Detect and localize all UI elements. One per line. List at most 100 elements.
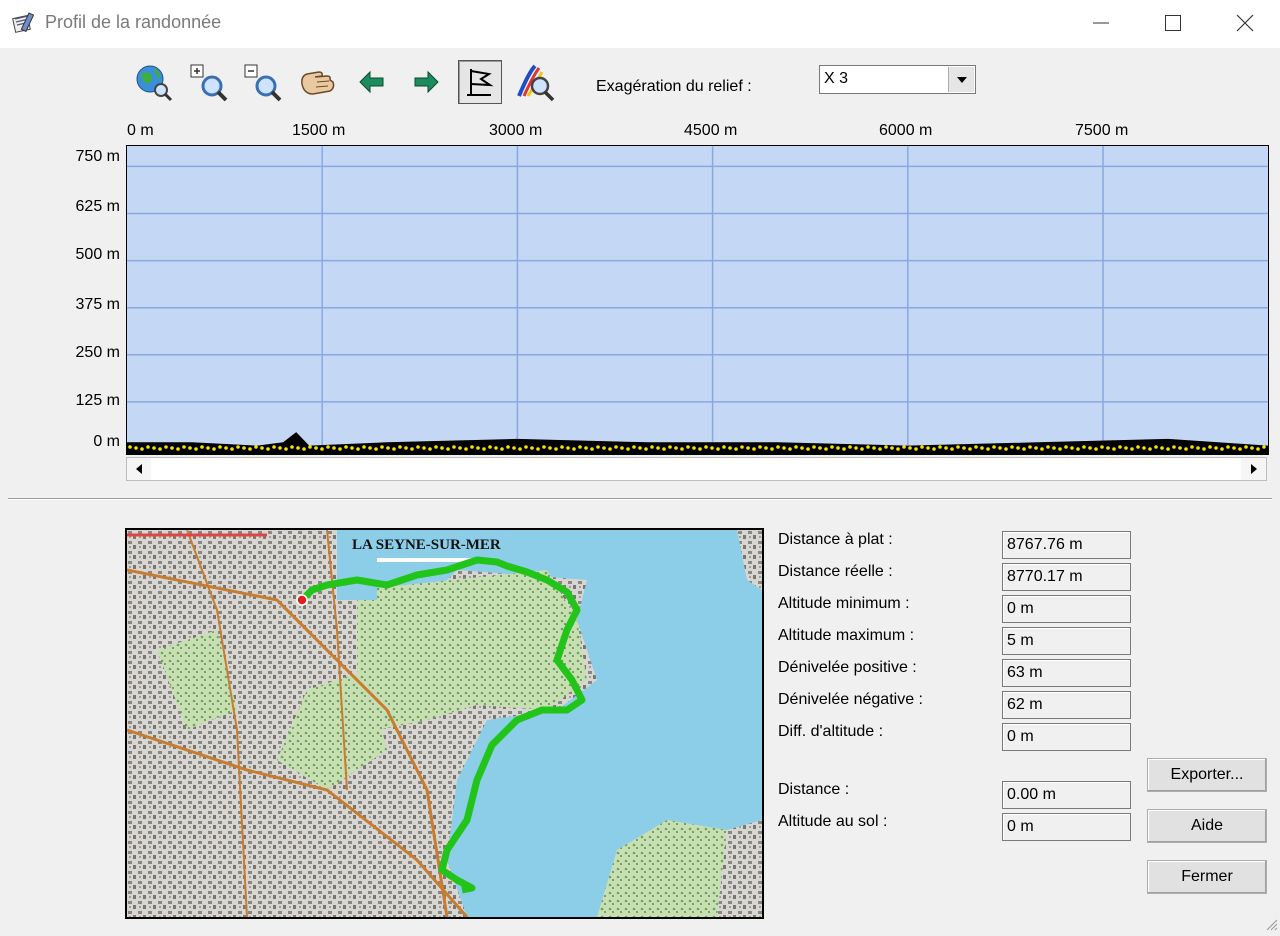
- help-button[interactable]: Aide: [1147, 809, 1267, 843]
- close-button[interactable]: Fermer: [1147, 860, 1267, 894]
- profile-point-marker: [698, 447, 702, 451]
- profile-point-marker: [1196, 446, 1200, 450]
- profile-point-marker: [1016, 446, 1020, 450]
- profile-point-marker: [710, 446, 714, 450]
- profile-point-marker: [578, 445, 582, 449]
- profile-point-marker: [242, 446, 246, 450]
- profile-point-marker: [236, 445, 240, 449]
- route-map[interactable]: LA SEYNE-SUR-MER: [125, 528, 764, 919]
- profile-point-marker: [350, 446, 354, 450]
- elevation-profile-svg[interactable]: [125, 144, 1270, 456]
- previous-button[interactable]: [350, 60, 394, 104]
- profile-point-marker: [692, 446, 696, 450]
- profile-point-marker: [644, 447, 648, 451]
- profile-point-marker: [986, 447, 990, 451]
- elevation-profile-chart[interactable]: [125, 144, 1270, 456]
- profile-point-marker: [1238, 447, 1242, 451]
- stat-label: Distance à plat :: [778, 531, 893, 548]
- profile-point-marker: [1262, 445, 1266, 449]
- profile-point-marker: [254, 445, 258, 449]
- stat-value: 63 m: [1007, 664, 1043, 681]
- chart-scrollbar[interactable]: [126, 457, 1267, 481]
- profile-point-marker: [866, 445, 870, 449]
- profile-point-marker: [860, 447, 864, 451]
- profile-point-marker: [422, 446, 426, 450]
- profile-point-marker: [182, 445, 186, 449]
- profile-point-marker: [272, 445, 276, 449]
- maximize-button[interactable]: [1138, 0, 1208, 46]
- profile-point-marker: [908, 446, 912, 450]
- profile-point-marker: [560, 445, 564, 449]
- x-tick-label: 0 m: [127, 122, 154, 139]
- profile-point-marker: [452, 445, 456, 449]
- profile-point-marker: [1070, 446, 1074, 450]
- profile-point-marker: [458, 446, 462, 450]
- profile-point-marker: [398, 445, 402, 449]
- profile-point-marker: [758, 445, 762, 449]
- profile-point-marker: [362, 445, 366, 449]
- profile-point-marker: [968, 447, 972, 451]
- profile-point-marker: [944, 446, 948, 450]
- profile-point-marker: [224, 446, 228, 450]
- relief-exaggeration-select[interactable]: X 3: [819, 65, 976, 94]
- profile-point-marker: [428, 447, 432, 451]
- profile-point-marker: [662, 447, 666, 451]
- dropdown-button[interactable]: [948, 67, 974, 92]
- profile-point-marker: [836, 446, 840, 450]
- y-tick-label: 625 m: [75, 198, 120, 215]
- scroll-left-button[interactable]: [127, 458, 151, 480]
- profile-point-marker: [128, 445, 132, 449]
- profile-point-marker: [962, 446, 966, 450]
- profile-point-marker: [1214, 446, 1218, 450]
- profile-point-marker: [290, 445, 294, 449]
- next-button[interactable]: [404, 60, 448, 104]
- profile-point-marker: [734, 447, 738, 451]
- profile-point-marker: [794, 445, 798, 449]
- profile-point-marker: [1250, 446, 1254, 450]
- scroll-right-button[interactable]: [1242, 458, 1266, 480]
- profile-point-marker: [1106, 446, 1110, 450]
- profile-point-marker: [176, 447, 180, 451]
- profile-point-marker: [464, 447, 468, 451]
- zoom-out-button[interactable]: [240, 60, 284, 104]
- profile-point-marker: [284, 447, 288, 451]
- resize-grip[interactable]: [1264, 917, 1278, 931]
- profile-point-marker: [530, 446, 534, 450]
- stat-value-field: 0 m: [1002, 813, 1131, 841]
- profile-point-marker: [746, 446, 750, 450]
- profile-point-marker: [434, 445, 438, 449]
- profile-point-marker: [146, 445, 150, 449]
- scroll-thumb[interactable]: [151, 458, 1241, 480]
- profile-point-marker: [170, 446, 174, 450]
- profile-point-marker: [188, 446, 192, 450]
- profile-point-marker: [1094, 447, 1098, 451]
- profile-point-marker: [536, 447, 540, 451]
- minimize-button[interactable]: [1066, 0, 1136, 46]
- profile-zoom-button[interactable]: [513, 60, 557, 104]
- pan-button[interactable]: [295, 60, 339, 104]
- profile-point-marker: [656, 446, 660, 450]
- globe-zoom-button[interactable]: [131, 60, 175, 104]
- close-window-button[interactable]: [1210, 0, 1280, 46]
- profile-point-marker: [620, 446, 624, 450]
- profile-point-marker: [950, 447, 954, 451]
- profile-point-marker: [572, 447, 576, 451]
- profile-point-marker: [260, 446, 264, 450]
- profile-point-marker: [1148, 447, 1152, 451]
- profile-point-marker: [500, 447, 504, 451]
- export-button[interactable]: Exporter...: [1147, 758, 1267, 792]
- profile-point-marker: [770, 447, 774, 451]
- zoom-in-button[interactable]: [186, 60, 230, 104]
- profile-point-marker: [1010, 445, 1014, 449]
- profile-point-marker: [206, 446, 210, 450]
- flag-button[interactable]: [458, 60, 502, 104]
- profile-point-marker: [716, 447, 720, 451]
- profile-point-marker: [668, 445, 672, 449]
- profile-point-marker: [356, 447, 360, 451]
- route-map-svg[interactable]: LA SEYNE-SUR-MER: [127, 530, 762, 917]
- stat-label: Diff. d'altitude :: [778, 723, 884, 740]
- profile-point-marker: [416, 445, 420, 449]
- profile-point-marker: [992, 445, 996, 449]
- profile-point-marker: [638, 446, 642, 450]
- flag-icon: [467, 69, 494, 96]
